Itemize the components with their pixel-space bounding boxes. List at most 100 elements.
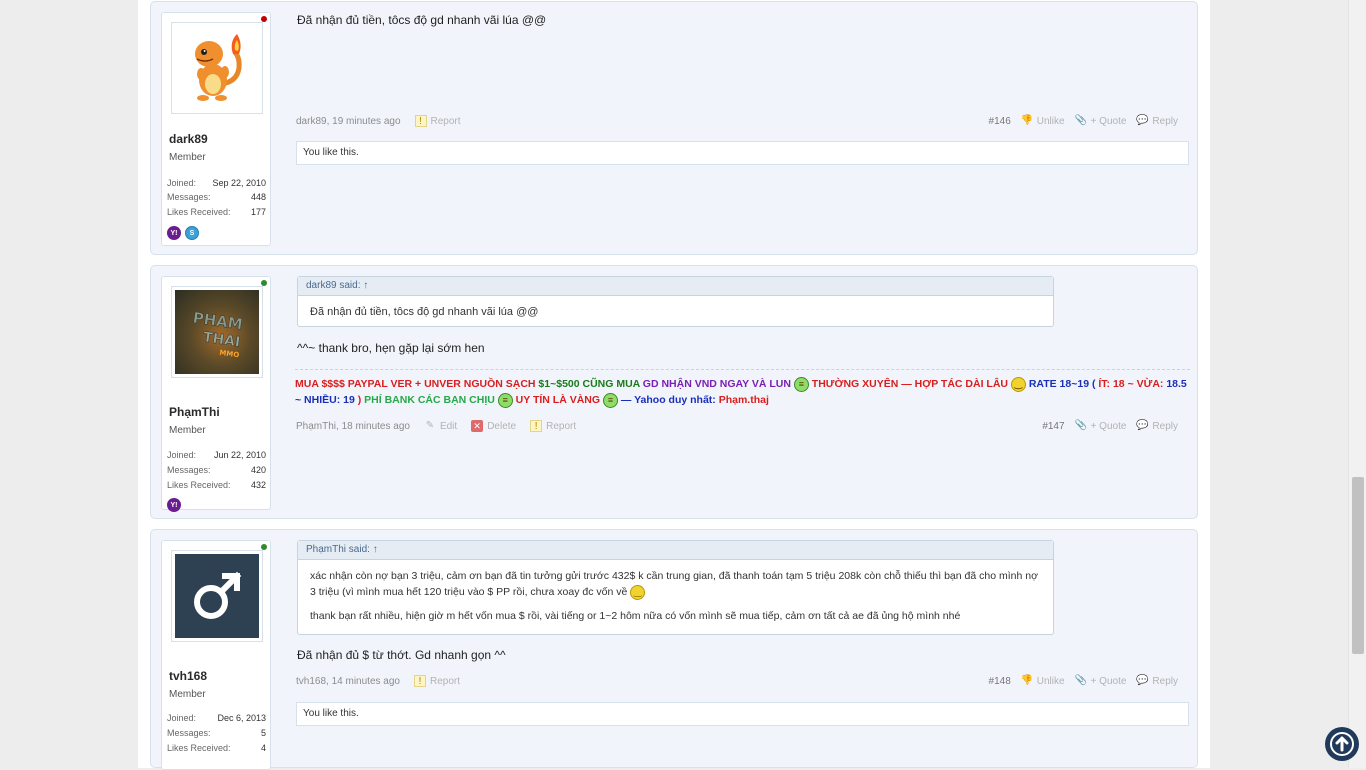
post-author-link[interactable]: tvh168 bbox=[296, 676, 326, 687]
report-label: Report bbox=[429, 675, 460, 687]
quote-paragraph-1: xác nhận còn nợ bạn 3 triệu, cảm ơn bạn … bbox=[310, 570, 1038, 598]
user-title: Member bbox=[169, 689, 206, 700]
arrow-up-icon bbox=[1330, 732, 1354, 756]
quote-block: PhạmThi said: ↑ xác nhận còn nợ bạn 3 tr… bbox=[297, 540, 1054, 635]
user-card: PHAM THAI MMO PhạmThi Member Joined: Jun … bbox=[161, 276, 271, 512]
quote-attribution[interactable]: dark89 said: ↑ bbox=[298, 277, 1053, 296]
avatar-text-line2: THAI bbox=[202, 330, 241, 351]
likes-received-value: 4 bbox=[260, 743, 266, 753]
yahoo-id-link[interactable]: Phạm.thaj bbox=[716, 394, 769, 406]
back-to-top-button[interactable] bbox=[1325, 727, 1359, 761]
post-time[interactable]: , 14 minutes ago bbox=[326, 676, 400, 687]
post-time[interactable]: , 18 minutes ago bbox=[336, 421, 410, 432]
post-author-link[interactable]: PhạmThi bbox=[296, 421, 336, 432]
quote-attribution[interactable]: PhạmThi said: ↑ bbox=[298, 541, 1053, 560]
quote-paragraph-2: thank bạn rất nhiều, hiện giờ m hết vốn … bbox=[310, 610, 961, 622]
reply-link[interactable]: 💬 Reply bbox=[1136, 420, 1178, 432]
avatar[interactable]: PHAM THAI MMO bbox=[171, 286, 263, 378]
post-meta: tvh168, 14 minutes ago ! Report #148 👎 Unl… bbox=[296, 675, 1184, 691]
avatar[interactable] bbox=[171, 22, 263, 114]
grin-smiley-icon: ≡ bbox=[497, 392, 513, 408]
edit-label: Edit bbox=[439, 420, 458, 432]
likes-received-value: 177 bbox=[250, 207, 266, 217]
message-text: ^^~ thank bro, hẹn gặp lại sớm hen bbox=[297, 341, 485, 355]
post-number[interactable]: #148 bbox=[989, 676, 1011, 687]
report-link[interactable]: ! Report bbox=[530, 420, 576, 432]
delete-label: Delete bbox=[487, 420, 517, 432]
likes-summary: You like this. bbox=[296, 702, 1189, 726]
post-147: PHAM THAI MMO PhạmThi Member Joined: Jun … bbox=[150, 265, 1198, 519]
post-author-time: tvh168, 14 minutes ago bbox=[296, 676, 400, 687]
sig-part: GD NHẬN VND NGAY VÀ LUN bbox=[639, 378, 791, 390]
warning-icon: ! bbox=[413, 675, 426, 687]
joined-value: Dec 6, 2013 bbox=[217, 713, 266, 723]
username[interactable]: dark89 bbox=[169, 132, 208, 146]
post-number[interactable]: #146 bbox=[989, 116, 1011, 127]
reply-link[interactable]: 💬 Reply bbox=[1136, 115, 1178, 127]
sig-part: UY TÍN LÀ VÀNG bbox=[512, 394, 601, 406]
yahoo-icon[interactable]: Y! bbox=[167, 226, 181, 240]
sig-part: PHÍ BANK CÁC BẠN CHỊU bbox=[361, 394, 495, 406]
post-author-link[interactable]: dark89 bbox=[296, 116, 327, 127]
warning-icon: ! bbox=[414, 115, 427, 127]
unlike-link[interactable]: 👎 Unlike bbox=[1021, 115, 1065, 127]
report-label: Report bbox=[430, 115, 461, 127]
quote-label: + Quote bbox=[1090, 115, 1127, 127]
messages-value[interactable]: 420 bbox=[251, 465, 266, 475]
joined-label: Joined: bbox=[167, 178, 197, 188]
sig-part: — Yahoo duy nhất: bbox=[617, 394, 716, 406]
likes-summary: You like this. bbox=[296, 141, 1189, 165]
post-meta: dark89, 19 minutes ago ! Report #146 👎 Unl… bbox=[296, 115, 1184, 131]
messages-label: Messages: bbox=[167, 192, 211, 202]
post-148: tvh168 Member Joined: Dec 6, 2013 Message… bbox=[150, 529, 1198, 770]
post-time[interactable]: , 19 minutes ago bbox=[327, 116, 401, 127]
paperclip-icon: 📎 bbox=[1074, 420, 1088, 431]
report-link[interactable]: ! Report bbox=[413, 675, 460, 687]
avatar-text-line1: PHAM bbox=[192, 309, 244, 334]
unlike-link[interactable]: 👎 Unlike bbox=[1021, 675, 1065, 687]
joined-value: Sep 22, 2010 bbox=[212, 178, 266, 188]
unlike-label: Unlike bbox=[1036, 675, 1065, 687]
likes-received-label: Likes Received: bbox=[167, 207, 231, 217]
user-title: Member bbox=[169, 152, 206, 163]
delete-link[interactable]: ✕ Delete bbox=[471, 420, 516, 432]
messages-value[interactable]: 448 bbox=[251, 192, 266, 202]
likes-received-value: 432 bbox=[250, 480, 266, 490]
reply-link[interactable]: 💬 Reply bbox=[1136, 675, 1178, 687]
contact-icons: Y! S bbox=[167, 226, 199, 240]
user-card: dark89 Member Joined: Sep 22, 2010 Messag… bbox=[161, 12, 271, 246]
quote-link[interactable]: 📎 + Quote bbox=[1075, 115, 1127, 127]
edit-link[interactable]: ✎ Edit bbox=[424, 420, 457, 432]
grin-smiley-icon: ≡ bbox=[793, 376, 809, 392]
speech-bubble-icon: 💬 bbox=[1136, 420, 1149, 431]
warning-icon: ! bbox=[530, 420, 543, 432]
sig-part: MUA $$$$ PAYPAL VER + UNVER NGUỒN SẠCH bbox=[295, 378, 536, 390]
report-link[interactable]: ! Report bbox=[414, 115, 461, 127]
username[interactable]: tvh168 bbox=[169, 669, 207, 683]
scrollbar-thumb[interactable] bbox=[1352, 477, 1364, 654]
vertical-scrollbar[interactable] bbox=[1348, 0, 1366, 768]
yahoo-icon[interactable]: Y! bbox=[167, 498, 181, 512]
grin-smiley-icon: ≡ bbox=[602, 392, 618, 408]
unlike-label: Unlike bbox=[1036, 115, 1065, 127]
quote-link[interactable]: 📎 + Quote bbox=[1075, 675, 1127, 687]
messages-label: Messages: bbox=[167, 465, 211, 475]
sig-part: ÍT: 18 ~ VỪA: bbox=[1095, 378, 1164, 390]
pencil-icon: ✎ bbox=[425, 420, 435, 431]
quote-link[interactable]: 📎 + Quote bbox=[1075, 420, 1127, 432]
messages-value[interactable]: 5 bbox=[261, 728, 266, 738]
smile-smiley-icon: ‿ bbox=[630, 584, 646, 600]
skype-icon[interactable]: S bbox=[185, 226, 199, 240]
avatar[interactable] bbox=[171, 550, 263, 642]
thumbs-down-icon: 👎 bbox=[1020, 675, 1034, 686]
default-male-avatar-image bbox=[175, 554, 259, 638]
avatar-text-line3: MMO bbox=[219, 349, 240, 360]
post-number[interactable]: #147 bbox=[1042, 421, 1064, 432]
username[interactable]: PhạmThi bbox=[169, 405, 220, 419]
speech-bubble-icon: 💬 bbox=[1136, 675, 1149, 686]
sig-part: $1~$500 CŨNG MUA bbox=[535, 378, 640, 390]
signature: MUA $$$$ PAYPAL VER + UNVER NGUỒN SẠCH $… bbox=[295, 369, 1190, 408]
smile-smiley-icon: ‿ bbox=[1010, 376, 1026, 392]
likes-received-label: Likes Received: bbox=[167, 743, 231, 753]
sig-part: RATE 18~19 ( bbox=[1025, 378, 1096, 390]
